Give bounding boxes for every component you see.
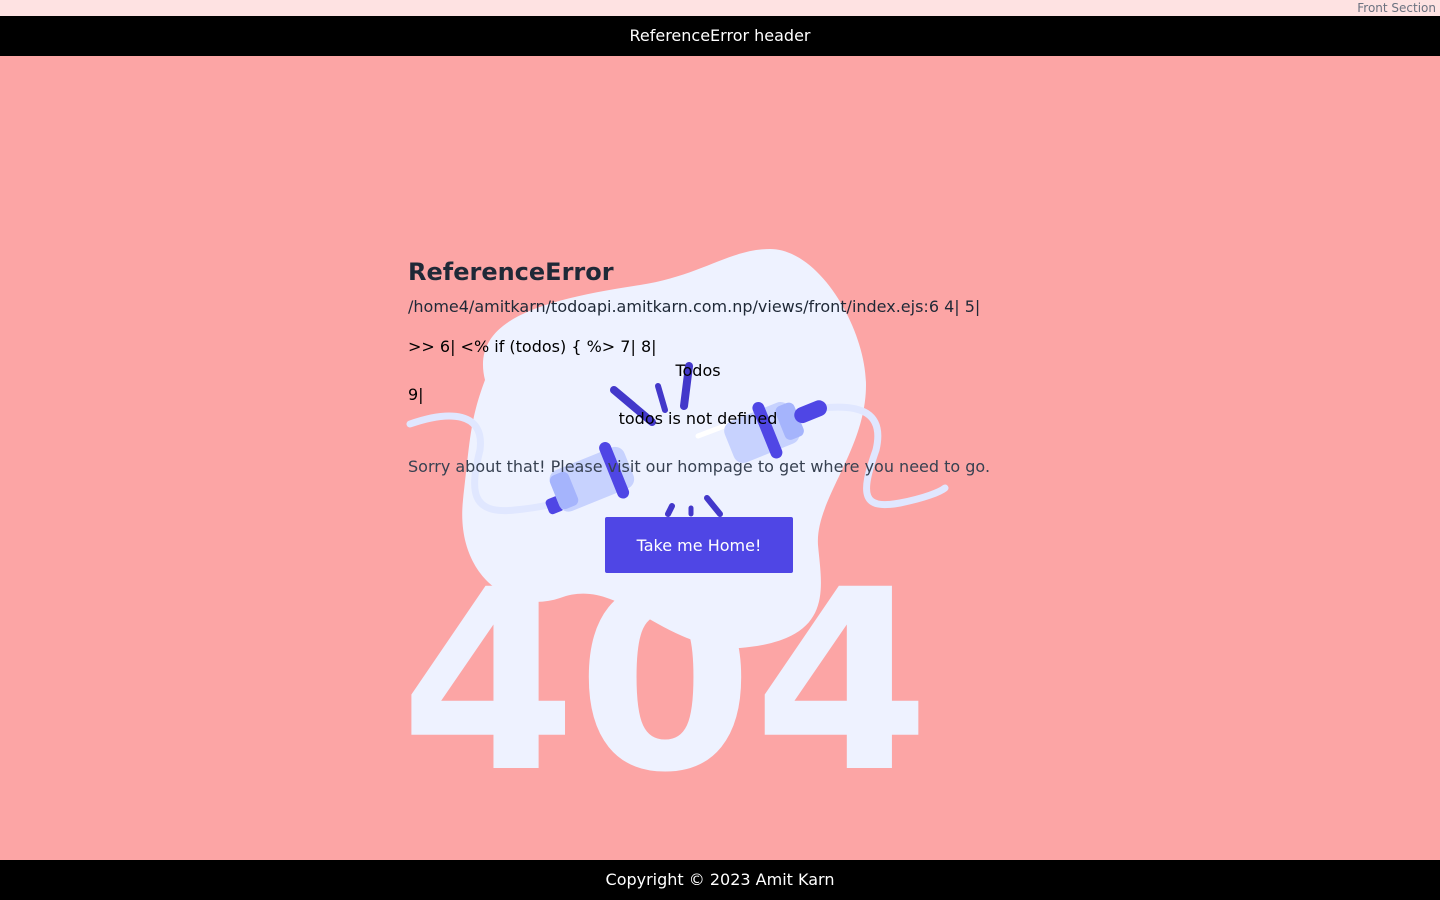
page-footer: Copyright © 2023 Amit Karn [0, 860, 1440, 900]
apology-text: Sorry about that! Please visit our hompa… [408, 457, 991, 476]
code-snippet-line: >> 6| <% if (todos) { %> 7| 8| [408, 337, 657, 356]
take-me-home-button[interactable]: Take me Home! [605, 517, 793, 573]
page-header: ReferenceError header [0, 16, 1440, 56]
error-file-path: /home4/amitkarn/todoapi.amitkarn.com.np/… [408, 297, 981, 316]
error-title: ReferenceError [408, 258, 614, 286]
copyright-text: Copyright © 2023 Amit Karn [605, 870, 835, 889]
code-snippet-line: 9| [408, 385, 424, 404]
section-label: Front Section [1357, 1, 1436, 15]
todos-heading: Todos [675, 361, 721, 380]
error-code-404: 404 [400, 536, 930, 785]
error-message: todos is not defined [618, 409, 778, 428]
top-bar: Front Section [0, 0, 1440, 16]
unplugged-cable-illustration: 404 [400, 249, 949, 785]
